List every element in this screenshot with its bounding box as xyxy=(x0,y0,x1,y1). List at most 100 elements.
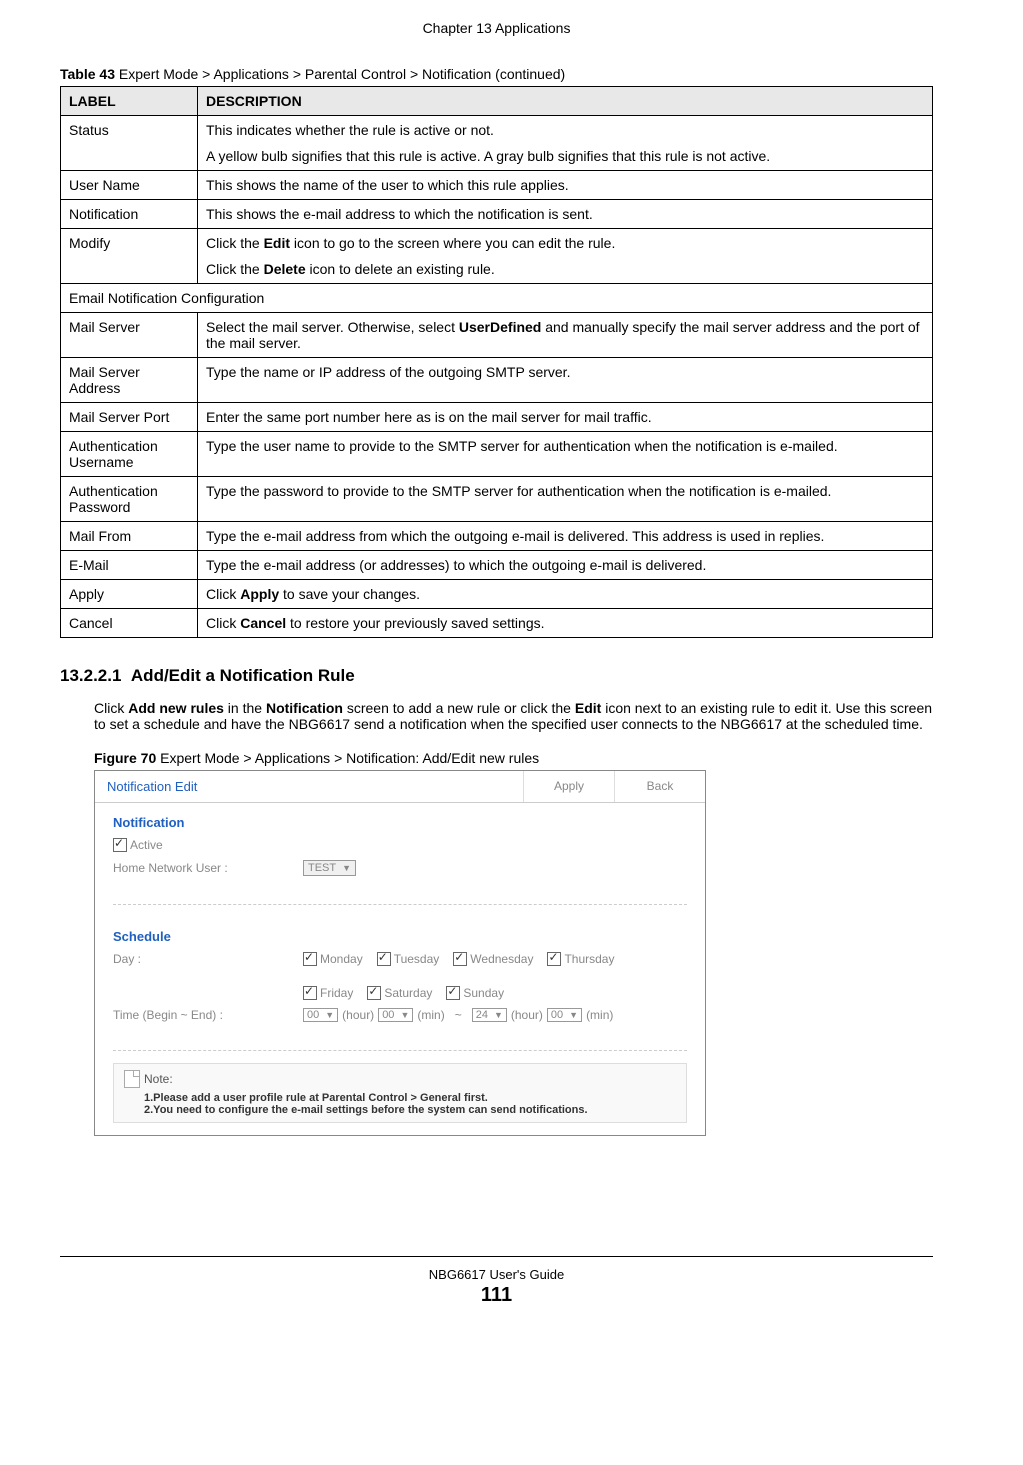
chevron-down-icon: ▼ xyxy=(400,1010,409,1020)
table-row: Apply Click Apply to save your changes. xyxy=(61,580,933,609)
day-checkbox[interactable] xyxy=(547,952,561,966)
row-desc: Type the user name to provide to the SMT… xyxy=(198,432,933,477)
document-page: Chapter 13 Applications Table 43 Expert … xyxy=(0,0,1023,1337)
row-label: Authentication Username xyxy=(61,432,198,477)
table-header-label: LABEL xyxy=(61,87,198,116)
label-description-table: LABEL DESCRIPTION Status This indicates … xyxy=(60,86,933,638)
table-row: Cancel Click Cancel to restore your prev… xyxy=(61,609,933,638)
day-monday: Monday xyxy=(303,952,363,966)
table-header-description: DESCRIPTION xyxy=(198,87,933,116)
home-user-select[interactable]: TEST ▼ xyxy=(303,860,356,876)
day-checkbox[interactable] xyxy=(367,986,381,1000)
day-sunday: Sunday xyxy=(446,986,504,1000)
row-label: E-Mail xyxy=(61,551,198,580)
note-item-2: 2.You need to configure the e-mail setti… xyxy=(144,1104,676,1116)
table-row: Modify Click the Edit icon to go to the … xyxy=(61,229,933,284)
row-desc: This indicates whether the rule is activ… xyxy=(198,116,933,171)
table-row: Status This indicates whether the rule i… xyxy=(61,116,933,171)
table-caption-text: Expert Mode > Applications > Parental Co… xyxy=(115,66,565,82)
row-label: Status xyxy=(61,116,198,171)
row-label: Authentication Password xyxy=(61,477,198,522)
row-desc-p1: Click the Edit icon to go to the screen … xyxy=(206,235,924,251)
table-row-span: Email Notification Configuration xyxy=(61,284,933,313)
hour-text: (hour) xyxy=(342,1008,374,1022)
end-hour-select[interactable]: 24▼ xyxy=(472,1008,507,1022)
note-item-1: 1.Please add a user profile rule at Pare… xyxy=(144,1092,676,1104)
day-tuesday: Tuesday xyxy=(377,952,440,966)
min-text: (min) xyxy=(586,1008,613,1022)
home-user-value: TEST xyxy=(308,862,336,874)
day-checkbox[interactable] xyxy=(303,986,317,1000)
row-label: User Name xyxy=(61,171,198,200)
begin-hour-select[interactable]: 00▼ xyxy=(303,1008,338,1022)
begin-min-select[interactable]: 00▼ xyxy=(378,1008,413,1022)
figure-caption: Figure 70 Expert Mode > Applications > N… xyxy=(60,750,933,766)
home-user-row: Home Network User : TEST ▼ xyxy=(113,860,687,876)
day-thursday: Thursday xyxy=(547,952,614,966)
figure-caption-number: Figure 70 xyxy=(94,750,156,766)
note-box: Note: 1.Please add a user profile rule a… xyxy=(113,1063,687,1123)
day-checkbox[interactable] xyxy=(303,952,317,966)
time-controls: 00▼ (hour) 00▼ (min) ~ 24▼ (hour) 00▼ (m… xyxy=(303,1008,613,1022)
row-span-label: Email Notification Configuration xyxy=(61,284,933,313)
time-label: Time (Begin ~ End) : xyxy=(113,1008,303,1022)
time-row: Time (Begin ~ End) : 00▼ (hour) 00▼ (min… xyxy=(113,1008,687,1022)
row-label: Mail Server Port xyxy=(61,403,198,432)
row-label: Mail Server xyxy=(61,313,198,358)
day-checkbox[interactable] xyxy=(446,986,460,1000)
row-desc: Click Cancel to restore your previously … xyxy=(198,609,933,638)
tilde-text: ~ xyxy=(455,1008,462,1022)
footer-guide: NBG6617 User's Guide xyxy=(60,1267,933,1282)
notification-section: Notification Active Home Network User : … xyxy=(95,803,705,892)
row-desc: Type the e-mail address from which the o… xyxy=(198,522,933,551)
body-paragraph: Click Add new rules in the Notification … xyxy=(60,700,933,732)
days-group: Monday Tuesday Wednesday Thursday Friday… xyxy=(303,952,687,1000)
notification-section-title: Notification xyxy=(113,815,687,830)
day-checkbox[interactable] xyxy=(377,952,391,966)
table-row: Mail From Type the e-mail address from w… xyxy=(61,522,933,551)
row-label: Notification xyxy=(61,200,198,229)
day-checkbox[interactable] xyxy=(453,952,467,966)
day-label: Day : xyxy=(113,952,303,966)
chapter-header: Chapter 13 Applications xyxy=(60,20,933,36)
chevron-down-icon: ▼ xyxy=(494,1010,503,1020)
table-row: Mail Server Address Type the name or IP … xyxy=(61,358,933,403)
chevron-down-icon: ▼ xyxy=(325,1010,334,1020)
note-label: Note: xyxy=(144,1072,173,1086)
table-row: E-Mail Type the e-mail address (or addre… xyxy=(61,551,933,580)
ui-header: Notification Edit Apply Back xyxy=(95,771,705,803)
day-row: Day : Monday Tuesday Wednesday Thursday … xyxy=(113,952,687,1000)
row-desc-p2: A yellow bulb signifies that this rule i… xyxy=(206,148,924,164)
divider xyxy=(113,904,687,905)
divider xyxy=(113,1050,687,1051)
footer-page-number: 111 xyxy=(60,1284,933,1307)
day-wednesday: Wednesday xyxy=(453,952,533,966)
active-row: Active xyxy=(113,838,687,852)
back-button[interactable]: Back xyxy=(614,771,705,802)
row-desc: Click Apply to save your changes. xyxy=(198,580,933,609)
section-number: 13.2.2.1 xyxy=(60,666,121,685)
active-checkbox[interactable] xyxy=(113,838,127,852)
schedule-section-title: Schedule xyxy=(113,929,687,944)
row-label: Apply xyxy=(61,580,198,609)
row-label: Cancel xyxy=(61,609,198,638)
note-header: Note: xyxy=(124,1070,676,1088)
row-desc: Click the Edit icon to go to the screen … xyxy=(198,229,933,284)
hour-text: (hour) xyxy=(511,1008,543,1022)
table-caption: Table 43 Expert Mode > Applications > Pa… xyxy=(60,66,933,82)
row-desc-p2: Click the Delete icon to delete an exist… xyxy=(206,261,924,277)
note-list: 1.Please add a user profile rule at Pare… xyxy=(124,1092,676,1116)
row-label: Mail Server Address xyxy=(61,358,198,403)
row-label: Mail From xyxy=(61,522,198,551)
end-min-select[interactable]: 00▼ xyxy=(547,1008,582,1022)
min-text: (min) xyxy=(417,1008,444,1022)
row-desc: Type the e-mail address (or addresses) t… xyxy=(198,551,933,580)
table-header-row: LABEL DESCRIPTION xyxy=(61,87,933,116)
table-caption-number: Table 43 xyxy=(60,66,115,82)
row-desc: This shows the name of the user to which… xyxy=(198,171,933,200)
apply-button[interactable]: Apply xyxy=(523,771,614,802)
home-user-label: Home Network User : xyxy=(113,861,303,875)
table-row: Mail Server Select the mail server. Othe… xyxy=(61,313,933,358)
chevron-down-icon: ▼ xyxy=(569,1010,578,1020)
row-label: Modify xyxy=(61,229,198,284)
